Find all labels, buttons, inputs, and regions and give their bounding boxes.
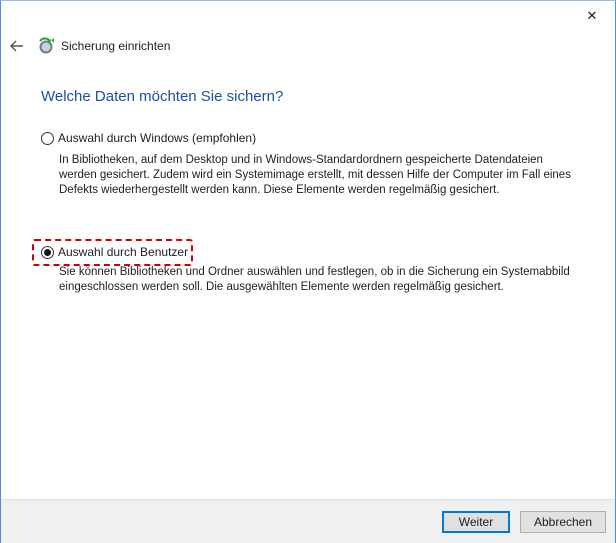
radio-user[interactable] [41,245,54,259]
radio-windows-label[interactable]: Auswahl durch Windows (empfohlen) [58,131,256,145]
option-user: Auswahl durch Benutzer Sie können Biblio… [41,243,579,295]
back-button[interactable] [8,37,26,55]
radio-user-label[interactable]: Auswahl durch Benutzer [58,245,188,259]
page-heading: Welche Daten möchten Sie sichern? [41,88,284,105]
title-bar: ✕ [1,1,615,31]
backup-icon [39,37,54,54]
arrow-left-icon [10,40,23,52]
window-title: Sicherung einrichten [61,39,171,53]
navigation-row: Sicherung einrichten [1,35,615,59]
option-user-description: Sie können Bibliotheken und Ordner auswä… [59,266,570,293]
option-windows-description: In Bibliotheken, auf dem Desktop und in … [59,154,571,196]
radio-user-row[interactable]: Auswahl durch Benutzer [41,243,579,261]
cancel-button[interactable]: Abbrechen [520,511,606,533]
footer-bar: Weiter Abbrechen [1,499,615,543]
option-windows: Auswahl durch Windows (empfohlen) In Bib… [41,129,579,198]
close-button[interactable]: ✕ [569,1,615,31]
radio-windows[interactable] [41,131,54,145]
next-button[interactable]: Weiter [442,511,510,533]
radio-windows-row[interactable]: Auswahl durch Windows (empfohlen) [41,129,579,147]
backup-setup-window: ✕ Sicherung einrichten Welche Daten möch… [0,0,616,543]
close-icon: ✕ [586,8,598,23]
